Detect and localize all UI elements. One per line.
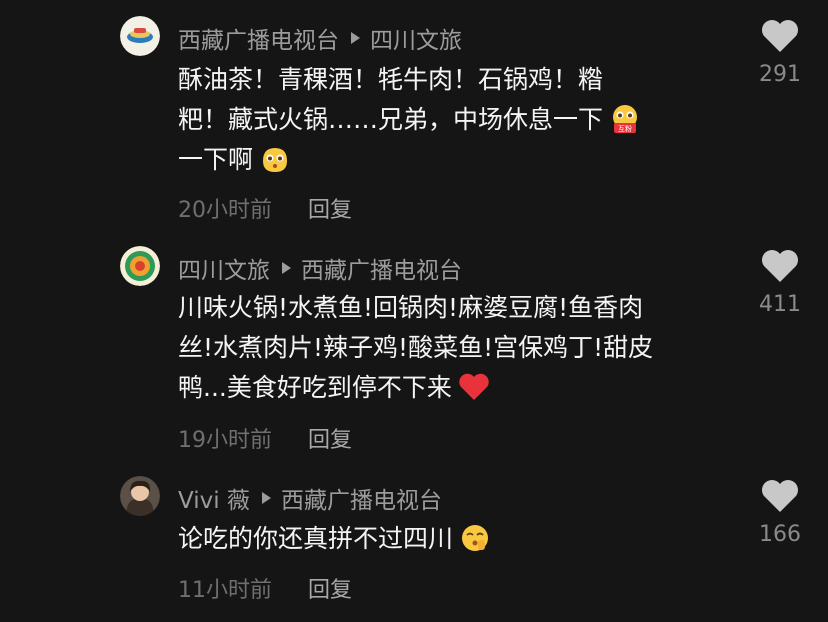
reply-to-name[interactable]: 四川文旅 — [370, 21, 462, 55]
author-name[interactable]: 四川文旅 — [178, 251, 270, 285]
comment-line: 丝!水煮肉片!辣子鸡!酸菜鱼!宫保鸡丁!甜皮 — [178, 333, 654, 362]
avatar[interactable] — [120, 476, 160, 516]
heart-icon — [762, 250, 798, 282]
avatar[interactable] — [120, 16, 160, 56]
comment-line: 一下啊 — [178, 140, 641, 180]
comment-line: 论吃的你还真拼不过四川 — [178, 519, 491, 559]
red-heart-icon — [458, 371, 490, 403]
reply-to-name[interactable]: 西藏广播电视台 — [301, 251, 462, 285]
author-name[interactable]: 西藏广播电视台 — [178, 21, 339, 55]
face-emoji-icon — [259, 143, 291, 175]
comment-line: 鸭...美食好吃到停不下来 — [178, 368, 653, 408]
heart-icon — [762, 480, 798, 512]
svg-text:互粉: 互粉 — [618, 124, 632, 133]
author-name[interactable]: Vivi 薇 — [178, 481, 250, 515]
like-count: 291 — [759, 62, 801, 87]
reply-button[interactable]: 回复 — [308, 572, 352, 604]
like-button[interactable]: 291 — [752, 18, 808, 87]
like-count: 411 — [759, 292, 801, 317]
comment-text: 酥油茶！青稞酒！牦牛肉！石锅鸡！糌 粑！藏式火锅……兄弟，中场休息一下 互粉 一下… — [178, 60, 641, 180]
emoji-with-badge-icon: 互粉 — [609, 103, 641, 135]
reply-button[interactable]: 回复 — [308, 422, 352, 454]
heart-icon — [762, 20, 798, 52]
like-button[interactable]: 411 — [752, 248, 808, 317]
reply-button[interactable]: 回复 — [308, 192, 352, 224]
like-button[interactable]: 166 — [752, 478, 808, 547]
play-triangle-icon — [261, 492, 271, 504]
timestamp: 11小时前 — [178, 578, 272, 603]
timestamp: 19小时前 — [178, 428, 272, 453]
comment-line: 酥油茶！青稞酒！牦牛肉！石锅鸡！糌 — [178, 65, 604, 94]
reply-to-name[interactable]: 西藏广播电视台 — [281, 481, 442, 515]
comment-text: 川味火锅!水煮鱼!回锅肉!麻婆豆腐!鱼香肉 丝!水煮肉片!辣子鸡!酸菜鱼!宫保鸡… — [178, 288, 653, 408]
shushing-face-icon — [459, 522, 491, 554]
play-triangle-icon — [282, 262, 291, 274]
comment-line: 粑！藏式火锅……兄弟，中场休息一下 互粉 — [178, 100, 641, 140]
avatar[interactable] — [120, 246, 160, 286]
like-count: 166 — [759, 522, 801, 547]
play-triangle-icon — [351, 32, 360, 44]
timestamp: 20小时前 — [178, 198, 272, 223]
comment-line: 川味火锅!水煮鱼!回锅肉!麻婆豆腐!鱼香肉 — [178, 293, 644, 322]
comment-text: 论吃的你还真拼不过四川 — [178, 519, 491, 559]
